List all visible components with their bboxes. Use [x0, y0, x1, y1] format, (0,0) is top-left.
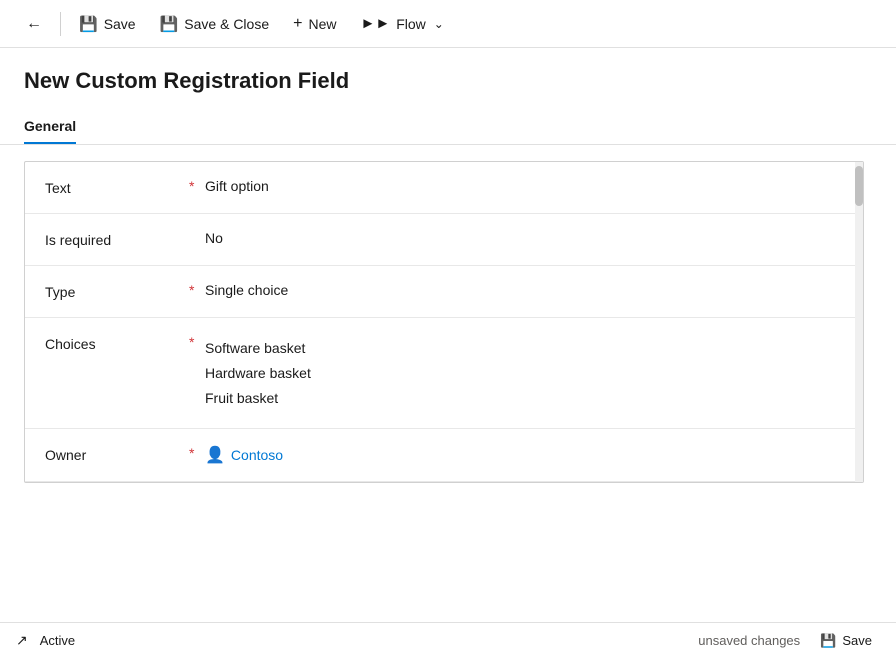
choices-label-group: Choices *	[45, 334, 205, 352]
status-bar: ↗ Active unsaved changes 💾 Save	[0, 622, 896, 658]
new-button[interactable]: + New	[283, 9, 346, 39]
type-value-col: Single choice	[205, 282, 843, 298]
field-type: Type * Single choice	[25, 266, 863, 318]
choice-item-3: Fruit basket	[205, 386, 843, 411]
page-title: New Custom Registration Field	[24, 68, 872, 94]
field-choices: Choices * Software basket Hardware baske…	[25, 318, 863, 429]
form-container: Text * Gift option Is required No Type *…	[24, 161, 864, 483]
save-close-button[interactable]: 💾 Save & Close	[150, 9, 280, 39]
is-required-label: Is required	[45, 230, 185, 248]
field-is-required: Is required No	[25, 214, 863, 266]
form-scrollbar[interactable]	[855, 162, 863, 482]
page-header: New Custom Registration Field	[0, 48, 896, 110]
field-owner: Owner * 👤 Contoso	[25, 429, 863, 482]
flow-label: Flow	[396, 16, 426, 32]
choices-required-star: *	[189, 334, 194, 350]
open-icon: ↗	[16, 632, 28, 649]
save-label: Save	[104, 16, 136, 32]
status-save-icon: 💾	[820, 633, 836, 649]
type-required-star: *	[189, 282, 194, 298]
is-required-label-group: Is required	[45, 230, 205, 248]
flow-button[interactable]: ►► Flow ⌄	[350, 9, 453, 38]
new-icon: +	[293, 15, 302, 33]
save-close-icon: 💾	[160, 15, 179, 33]
toolbar: ← 💾 Save 💾 Save & Close + New ►► Flow ⌄	[0, 0, 896, 48]
type-value: Single choice	[205, 280, 288, 298]
scrollbar-thumb[interactable]	[855, 166, 863, 206]
owner-label: Owner	[45, 445, 185, 463]
back-icon: ←	[26, 15, 42, 33]
type-label-group: Type *	[45, 282, 205, 300]
field-text: Text * Gift option	[25, 162, 863, 214]
flow-chevron-icon: ⌄	[434, 17, 444, 31]
save-icon: 💾	[79, 15, 98, 33]
text-value: Gift option	[205, 176, 269, 194]
choice-item-1: Software basket	[205, 336, 843, 361]
choice-item-2: Hardware basket	[205, 361, 843, 386]
is-required-value-col: No	[205, 230, 843, 246]
status-save-button[interactable]: 💾 Save	[812, 629, 880, 653]
owner-value-col: 👤 Contoso	[205, 445, 843, 465]
text-required-star: *	[189, 178, 194, 194]
choices-value: Software basket Hardware basket Fruit ba…	[205, 334, 843, 412]
new-label: New	[308, 16, 336, 32]
text-value-col: Gift option	[205, 178, 843, 194]
owner-label-group: Owner *	[45, 445, 205, 463]
unsaved-text: unsaved changes	[698, 633, 800, 648]
text-label: Text	[45, 178, 185, 196]
tabs-bar: General	[0, 110, 896, 145]
status-right: unsaved changes 💾 Save	[698, 629, 880, 653]
flow-icon: ►►	[360, 15, 390, 32]
owner-value[interactable]: 👤 Contoso	[205, 445, 843, 465]
type-label: Type	[45, 282, 185, 300]
status-badge: Active	[40, 633, 75, 648]
save-close-label: Save & Close	[184, 16, 269, 32]
owner-required-star: *	[189, 445, 194, 461]
choices-value-col: Software basket Hardware basket Fruit ba…	[205, 334, 843, 412]
is-required-value: No	[205, 228, 223, 246]
text-label-group: Text *	[45, 178, 205, 196]
status-left: ↗ Active	[16, 632, 75, 649]
main-content: Text * Gift option Is required No Type *…	[0, 145, 896, 622]
owner-person-icon: 👤	[205, 445, 225, 465]
choices-label: Choices	[45, 334, 185, 352]
save-button[interactable]: 💾 Save	[69, 9, 146, 39]
tab-general[interactable]: General	[24, 110, 76, 144]
toolbar-divider-1	[60, 12, 61, 36]
back-button[interactable]: ←	[16, 9, 52, 39]
